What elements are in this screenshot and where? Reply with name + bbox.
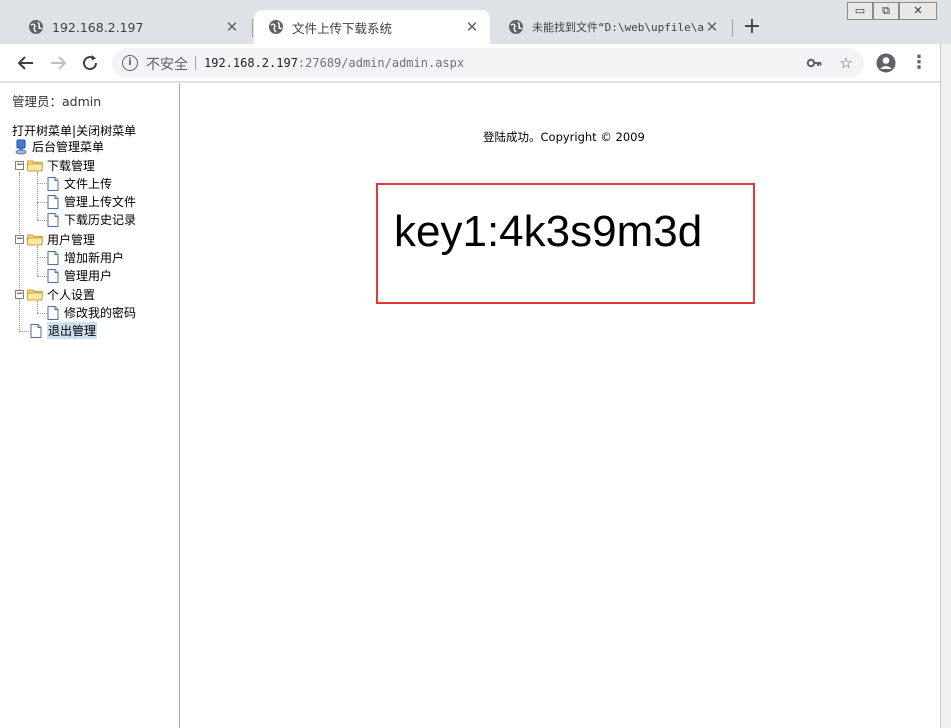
key-icon[interactable] <box>804 53 824 73</box>
tree-item-file-upload[interactable]: 文件上传 <box>47 175 112 192</box>
tree-item-change-password[interactable]: 修改我的密码 <box>47 304 136 321</box>
tree-item-download-history[interactable]: 下载历史记录 <box>47 211 136 228</box>
tree-connector <box>37 172 38 220</box>
account-icon[interactable] <box>874 51 898 75</box>
page-icon <box>47 212 59 227</box>
computer-icon <box>15 139 27 154</box>
left-menu-frame: 管理员：admin 打开树菜单|关闭树菜单 后台管理菜单 − 下载管理 文件上传… <box>0 83 180 728</box>
tree-item-label: 管理上传文件 <box>64 195 137 209</box>
info-icon[interactable]: i <box>122 55 138 71</box>
divider <box>195 56 196 70</box>
tab-title: 文件上传下载系统 <box>292 20 393 36</box>
tree-connector <box>37 183 47 184</box>
folder-open-icon <box>27 289 43 300</box>
collapse-icon[interactable]: − <box>15 161 24 170</box>
tab-separator <box>252 19 253 37</box>
tab-file-not-found[interactable]: 未能找到文件“D:\web\upfile\a ✕ <box>494 10 730 44</box>
tree-item-label: 修改我的密码 <box>64 306 137 320</box>
window-close-button[interactable]: ✕ <box>899 2 937 20</box>
new-tab-button[interactable]: + <box>740 16 764 40</box>
tree-item-label: 增加新用户 <box>64 251 125 265</box>
tree-connector <box>37 220 47 221</box>
login-message: 登陆成功。Copyright © 2009 <box>483 130 645 144</box>
back-button[interactable] <box>14 51 38 75</box>
tree-connector <box>19 331 29 332</box>
star-icon[interactable]: ☆ <box>836 53 856 73</box>
tree-group-label: 下载管理 <box>47 159 96 173</box>
tree-item-label: 文件上传 <box>64 177 113 191</box>
forward-button[interactable] <box>46 51 70 75</box>
browser-toolbar: i 不安全 192.168.2.197:27689/admin/admin.as… <box>0 44 940 82</box>
tree-connector <box>37 276 47 277</box>
collapse-icon[interactable]: − <box>15 235 24 244</box>
globe-icon <box>29 20 43 34</box>
folder-open-icon <box>27 160 43 171</box>
tree-group-label: 个人设置 <box>47 288 96 302</box>
tree-connector <box>37 246 38 276</box>
url-host: 192.168.2.197 <box>204 56 298 70</box>
close-icon[interactable]: ✕ <box>704 19 720 35</box>
profile-glyph <box>876 53 896 73</box>
tree-connector <box>37 313 47 314</box>
minimize-button[interactable]: ▭ <box>847 2 873 20</box>
page-icon <box>47 250 59 265</box>
tab-ip[interactable]: 192.168.2.197 ✕ <box>14 10 250 44</box>
url-text[interactable]: 192.168.2.197:27689/admin/admin.aspx <box>204 56 464 70</box>
tree-group-personal[interactable]: − 个人设置 <box>15 286 95 303</box>
arrow-left-icon <box>17 56 33 70</box>
page-icon <box>47 176 59 191</box>
tab-title: 192.168.2.197 <box>52 19 144 35</box>
tab-separator <box>732 19 733 37</box>
tab-upload-system[interactable]: 文件上传下载系统 ✕ <box>254 10 490 44</box>
tree-connector <box>19 172 20 332</box>
tree-item-label: 下载历史记录 <box>64 213 137 227</box>
main-frame: 登陆成功。Copyright © 2009 key1:4k3s9m3d <box>181 83 940 728</box>
tab-strip: 192.168.2.197 ✕ 文件上传下载系统 ✕ 未能找到文件“D:\web… <box>0 0 951 44</box>
url-path: :27689/admin/admin.aspx <box>297 56 465 70</box>
close-icon[interactable]: ✕ <box>224 19 240 35</box>
security-status[interactable]: 不安全 <box>146 54 188 74</box>
tree-item-label: 管理用户 <box>64 269 113 283</box>
menu-tree: 后台管理菜单 − 下载管理 文件上传 管理上传文件 下载历史记录 − 用户管理 … <box>0 83 180 383</box>
tree-group-label: 用户管理 <box>47 233 96 247</box>
page-icon <box>47 194 59 209</box>
tree-item-add-user[interactable]: 增加新用户 <box>47 249 124 266</box>
tree-group-download[interactable]: − 下载管理 <box>15 157 95 174</box>
tree-item-label: 退出管理 <box>47 322 98 339</box>
arrow-right-icon <box>51 56 67 70</box>
key-text: key1:4k3s9m3d <box>394 207 703 256</box>
page-icon <box>47 305 59 320</box>
reload-icon <box>83 55 98 71</box>
tree-group-users[interactable]: − 用户管理 <box>15 231 95 248</box>
address-bar[interactable]: i 不安全 192.168.2.197:27689/admin/admin.as… <box>112 48 864 78</box>
collapse-icon[interactable]: − <box>15 290 24 299</box>
globe-icon <box>509 20 523 34</box>
globe-icon <box>269 20 283 34</box>
tree-item-manage-users[interactable]: 管理用户 <box>47 267 112 284</box>
restore-button[interactable]: ⧉ <box>873 2 899 20</box>
menu-icon[interactable]: ⋮ <box>907 51 931 75</box>
tree-root-label: 后台管理菜单 <box>32 140 105 154</box>
tree-item-logout[interactable]: 退出管理 <box>30 322 98 339</box>
close-icon[interactable]: ✕ <box>464 19 480 35</box>
page-icon <box>30 323 42 338</box>
tree-root[interactable]: 后台管理菜单 <box>14 138 104 155</box>
tree-connector <box>37 202 47 203</box>
tree-connector <box>37 257 47 258</box>
reload-button[interactable] <box>78 51 102 75</box>
key-glyph <box>806 58 822 68</box>
key-highlight-box: key1:4k3s9m3d <box>376 183 755 304</box>
tree-item-manage-uploads[interactable]: 管理上传文件 <box>47 193 136 210</box>
tab-title: 未能找到文件“D:\web\upfile\a <box>532 21 704 34</box>
page-content: 管理员：admin 打开树菜单|关闭树菜单 后台管理菜单 − 下载管理 文件上传… <box>0 83 940 728</box>
window-edge <box>940 44 951 728</box>
folder-open-icon <box>27 234 43 245</box>
page-icon <box>47 268 59 283</box>
